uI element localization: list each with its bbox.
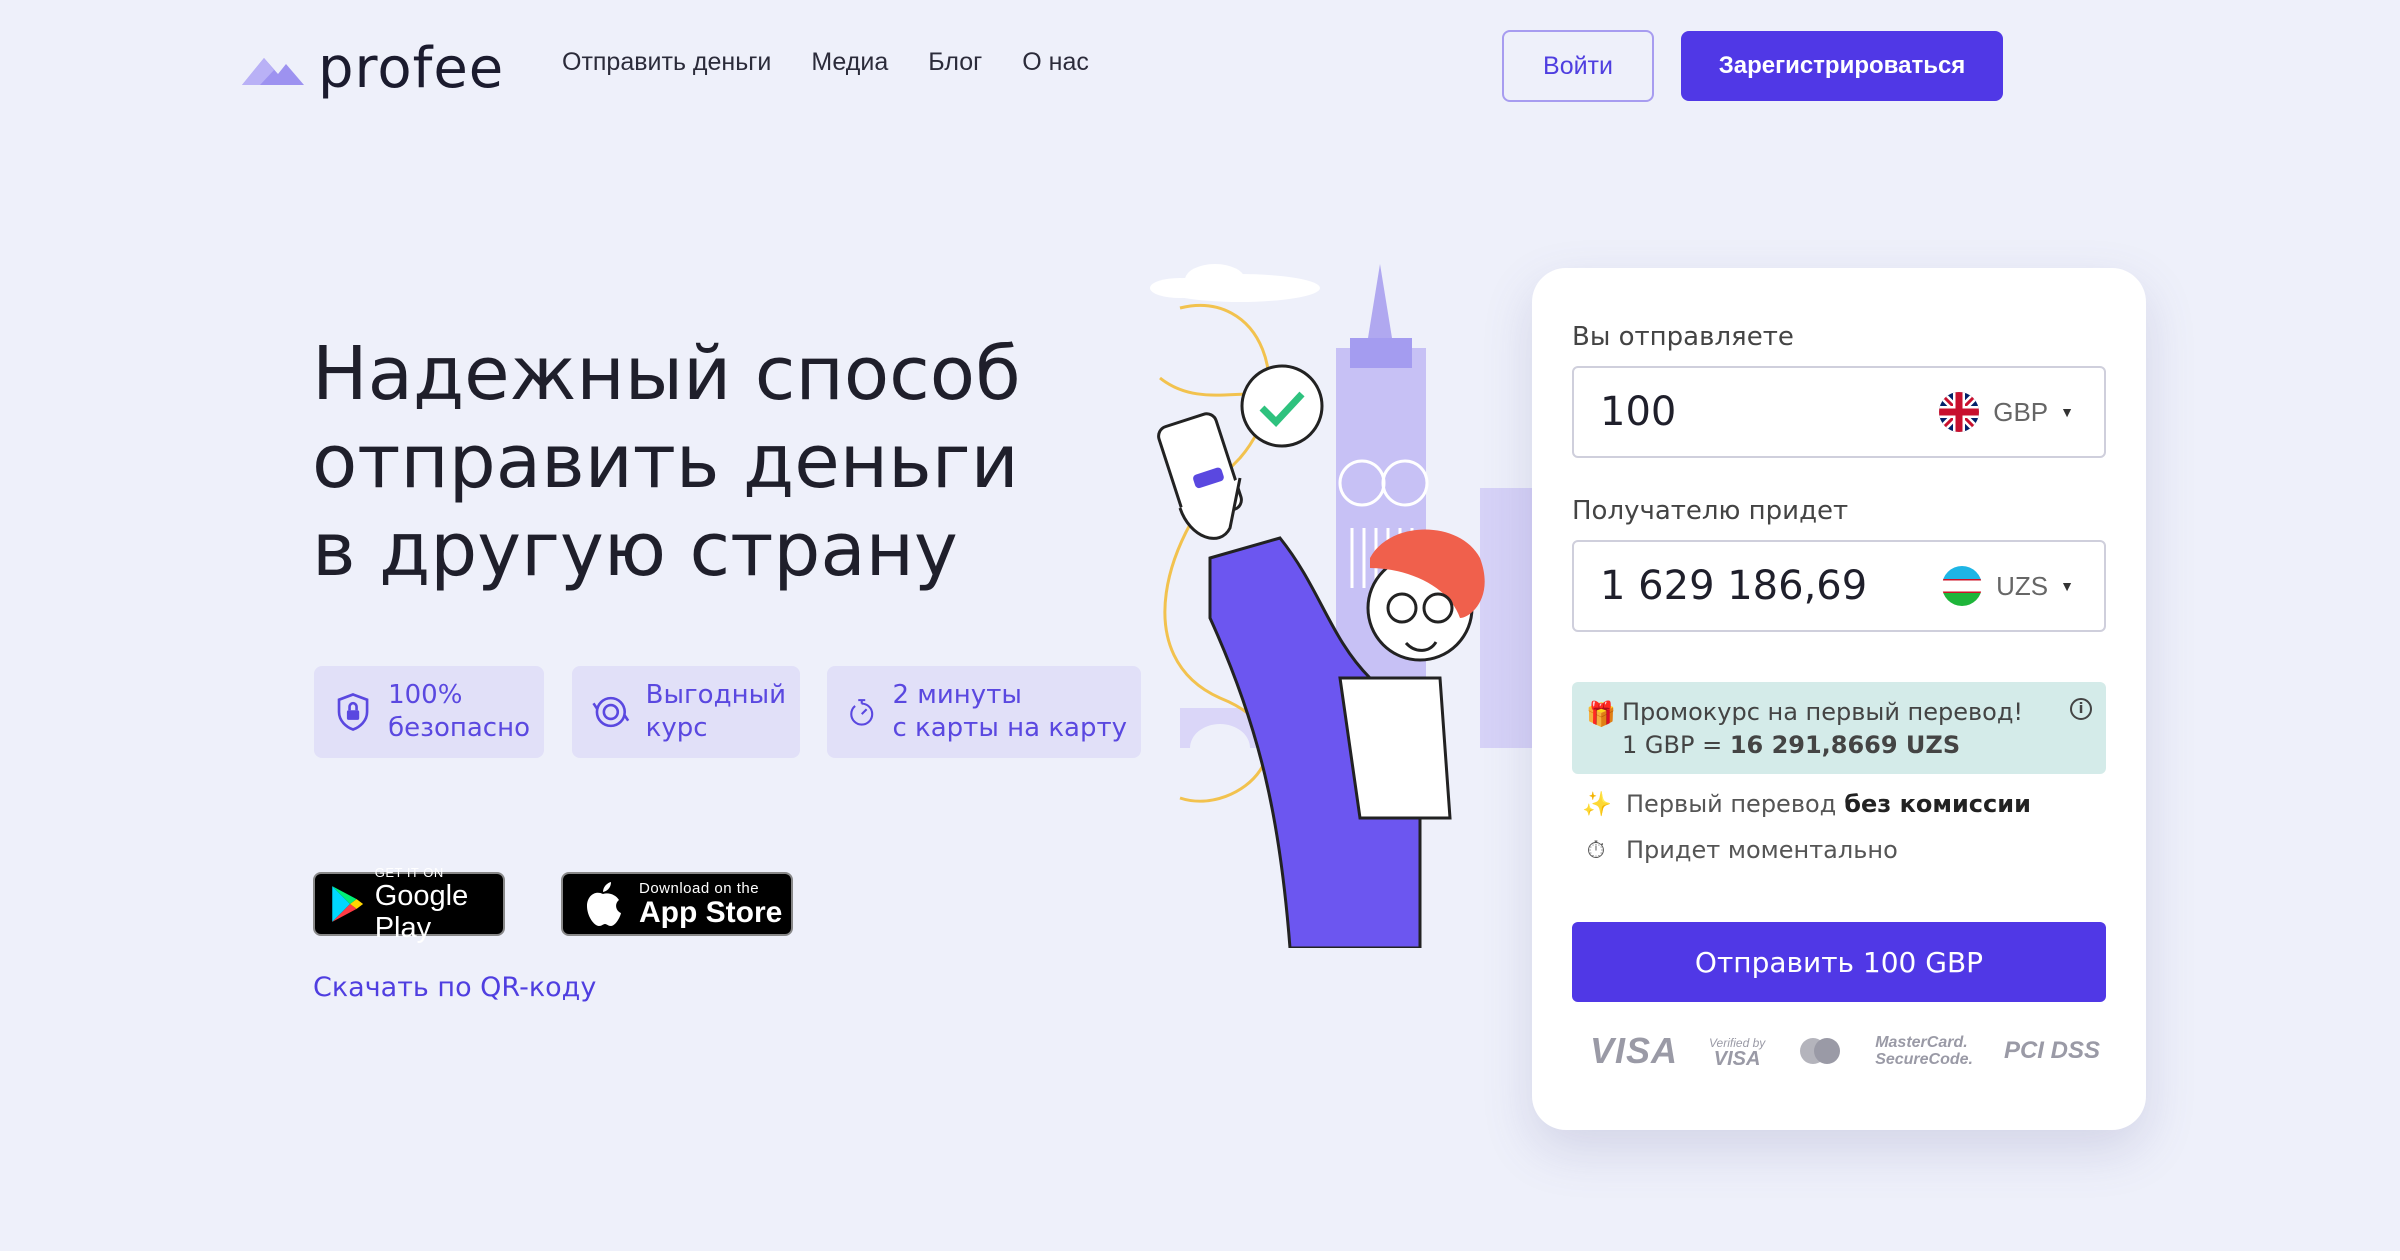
login-button[interactable]: Войти — [1502, 30, 1654, 102]
promo-rate-prefix: 1 GBP = — [1622, 731, 1730, 759]
mc-line: MasterCard. — [1875, 1034, 1968, 1051]
uzbekistan-flag-icon — [1942, 566, 1983, 606]
feature-line: безопасно — [388, 713, 530, 743]
perk-no-commission: ✨ Первый перевод без комиссии — [1582, 790, 2031, 818]
cloud-icon — [1150, 264, 1320, 302]
send-currency-select[interactable]: GBP ▼ — [1939, 392, 2074, 432]
nav-blog[interactable]: Блог — [928, 48, 982, 77]
receive-amount-field[interactable]: 1 629 186,69 UZS ▼ — [1572, 540, 2106, 632]
nav-about[interactable]: О нас — [1022, 48, 1089, 77]
uk-flag-icon — [1939, 392, 1980, 432]
qr-download-link[interactable]: Скачать по QR-коду — [313, 972, 596, 1003]
page: profee Отправить деньги Медиа Блог О нас… — [0, 0, 2400, 1260]
perk-text: Первый перевод — [1626, 790, 1837, 818]
hero-title: Надежный способ отправить деньги в другу… — [312, 330, 1072, 594]
feature-line: 2 минуты — [892, 680, 1022, 710]
logo-text: profee — [318, 36, 505, 101]
promo-rate-value: 16 291,8669 UZS — [1729, 731, 1961, 759]
converter-card: Вы отправляете 100 GBP ▼ Получателю прид… — [1532, 268, 2146, 1130]
send-money-button[interactable]: Отправить 100 GBP — [1572, 922, 2106, 1002]
badge-small-text: Download on the — [639, 879, 760, 897]
google-play-icon — [332, 886, 364, 922]
google-play-badge[interactable]: GET IT ON Google Play — [313, 865, 505, 944]
send-amount-value: 100 — [1600, 389, 1677, 435]
feature-line: Выгодный — [645, 680, 786, 710]
shield-lock-icon — [337, 693, 369, 731]
feature-rate: Выгодный курс — [572, 666, 800, 758]
app-store-badge[interactable]: Download on the App Store — [561, 872, 793, 936]
nav-media[interactable]: Медиа — [811, 48, 888, 77]
receive-currency-select[interactable]: UZS ▼ — [1942, 566, 2074, 606]
feature-speed: 2 минуты с карты на карту — [827, 666, 1141, 758]
send-currency-code: GBP — [1993, 396, 2049, 427]
receive-amount-value: 1 629 186,69 — [1600, 563, 1868, 609]
pci-dss-logo: PCI DSS — [2003, 1037, 2100, 1064]
badge-big-text: App Store — [639, 895, 783, 929]
receive-label: Получателю придет — [1572, 496, 1849, 526]
info-icon[interactable]: i — [2070, 698, 2092, 720]
register-button[interactable]: Зарегистрироваться — [1681, 31, 2003, 101]
send-amount-field[interactable]: 100 GBP ▼ — [1572, 366, 2106, 458]
hero-title-line: Надежный способ — [312, 331, 1021, 417]
hero-illustration — [1150, 264, 1540, 948]
mountain-logo-icon — [242, 57, 304, 85]
promo-rate: 1 GBP = 16 291,8669 UZS — [1622, 729, 2092, 762]
promo-title: Промокурс на первый перевод! — [1622, 698, 2024, 726]
hero-title-line: отправить деньги — [312, 419, 1019, 505]
payment-logos: VISA Verified by VISA MasterCard. Secure… — [1590, 1030, 2100, 1072]
verified-by-visa-logo: Verified by VISA — [1709, 1035, 1765, 1070]
receive-currency-code: UZS — [1996, 570, 2049, 601]
perk-text: Придет моментально — [1626, 836, 1898, 864]
speech-bubble-check-icon — [1240, 364, 1324, 448]
sparkles-icon: ✨ — [1582, 790, 1612, 818]
footer-edge — [0, 1251, 2400, 1260]
perk-bold-text: без комиссии — [1844, 790, 2031, 818]
mc-line: SecureCode. — [1875, 1051, 1973, 1068]
phone-hand-icon — [1157, 412, 1243, 540]
stopwatch-icon: ⏱ — [1586, 836, 1606, 864]
badge-small-text: GET IT ON — [374, 864, 444, 880]
badge-big-text: Google Play — [374, 879, 469, 944]
profee-logo[interactable]: profee — [240, 36, 504, 101]
apple-icon — [587, 882, 621, 926]
stopwatch-icon — [850, 699, 874, 726]
perk-instant: ⏱ Придет моментально — [1582, 836, 1898, 864]
feature-line: 100% — [388, 680, 463, 710]
mastercard-securecode-logo: MasterCard. SecureCode. — [1875, 1034, 1973, 1068]
chevron-down-icon: ▼ — [2060, 578, 2074, 594]
feature-line: курс — [645, 713, 708, 743]
main-nav: Отправить деньги Медиа Блог О нас — [562, 48, 1089, 77]
vbv-big: VISA — [1713, 1048, 1761, 1070]
gift-icon: 🎁 — [1586, 700, 1616, 728]
mastercard-logo-icon — [1800, 1038, 1841, 1064]
hero-title-line: в другую страну — [312, 507, 958, 593]
promo-rate-box: 🎁 i Промокурс на первый перевод! 1 GBP =… — [1572, 682, 2106, 774]
chevron-down-icon: ▼ — [2060, 404, 2074, 420]
visa-logo: VISA — [1590, 1030, 1679, 1071]
nav-send-money[interactable]: Отправить деньги — [562, 48, 771, 77]
send-label: Вы отправляете — [1572, 322, 1794, 352]
feature-line: с карты на карту — [892, 713, 1127, 743]
currency-exchange-icon — [592, 696, 630, 728]
feature-security: 100% безопасно — [314, 666, 544, 758]
